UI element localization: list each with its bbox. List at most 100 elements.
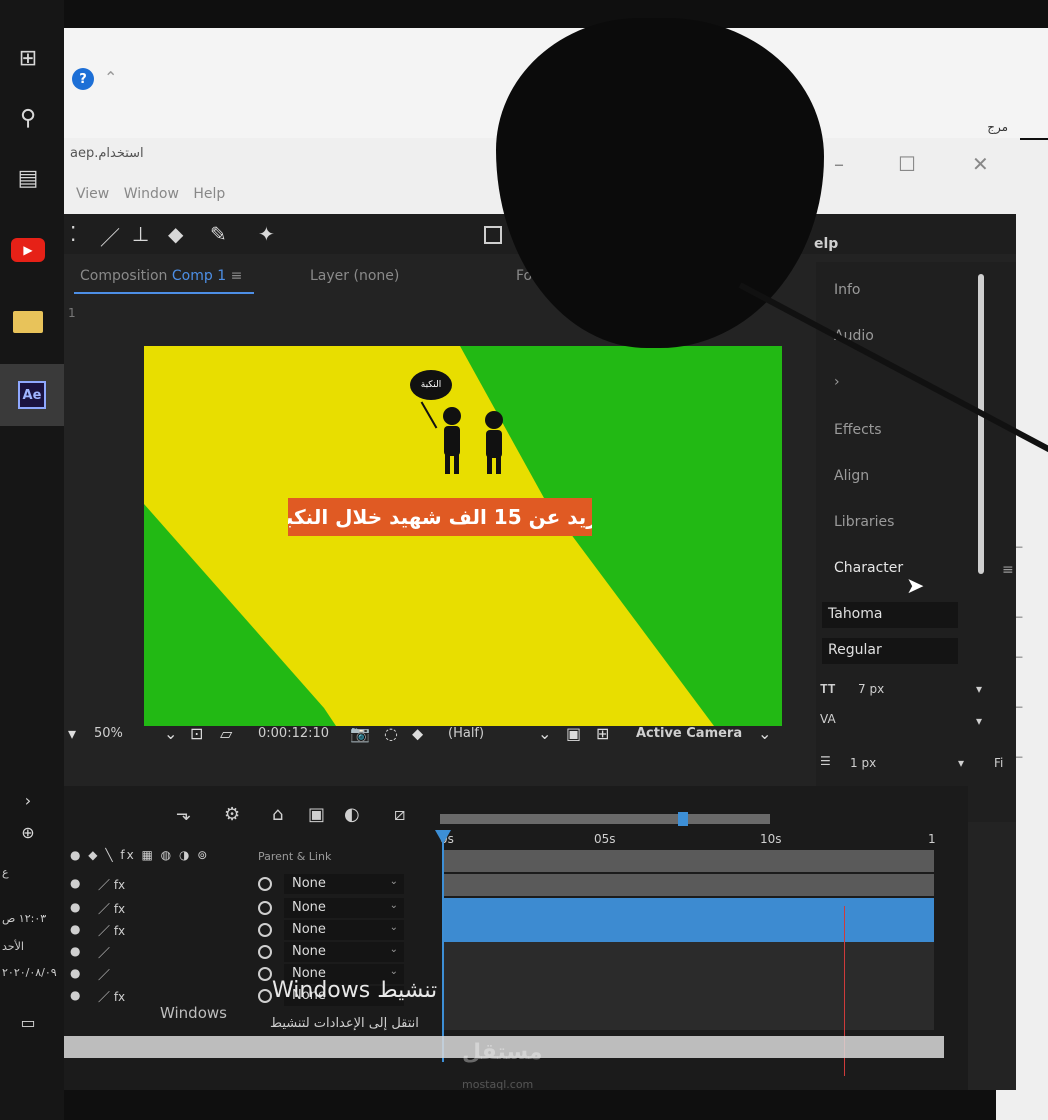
snapping-checkbox[interactable] bbox=[484, 226, 502, 244]
search-icon[interactable]: ⚲ bbox=[6, 96, 50, 140]
eye-icon[interactable]: ● bbox=[70, 922, 80, 936]
youtube-icon[interactable]: ▶ bbox=[6, 228, 50, 272]
selection-tool-icon[interactable]: ⁚ bbox=[70, 222, 76, 246]
switch-icon[interactable]: ／ bbox=[98, 966, 110, 983]
layer-row[interactable]: ● ／ fx None ⌄ bbox=[64, 874, 444, 896]
layer-bar[interactable] bbox=[444, 986, 934, 1008]
transparency-grid-icon[interactable]: ⊞ bbox=[596, 724, 609, 743]
network-icon[interactable]: ⊕ bbox=[6, 810, 50, 854]
pick-whip-icon[interactable] bbox=[258, 967, 272, 981]
help-icon[interactable]: ? bbox=[72, 68, 94, 90]
stroke-width-value[interactable]: 1 px bbox=[850, 756, 876, 770]
parent-link-header[interactable]: Parent & Link bbox=[258, 850, 331, 863]
pick-whip-icon[interactable] bbox=[258, 945, 272, 959]
safe-zones-icon[interactable]: ▱ bbox=[220, 724, 232, 743]
comp-breadcrumb[interactable]: 1 bbox=[68, 306, 76, 320]
panel-effects[interactable]: Effects bbox=[834, 422, 882, 438]
menu-view[interactable]: View bbox=[76, 186, 109, 202]
close-icon[interactable]: ✕ bbox=[972, 152, 989, 176]
layer-row[interactable]: ● ／ None ⌄ bbox=[64, 942, 444, 964]
font-size-value[interactable]: 7 px bbox=[858, 682, 884, 696]
font-style-select[interactable]: Regular bbox=[822, 638, 958, 664]
chevron-up-icon[interactable]: ⌃ bbox=[104, 68, 117, 87]
parent-select[interactable]: None ⌄ bbox=[284, 942, 404, 962]
snapshot-camera-icon[interactable]: 📷 bbox=[350, 724, 370, 743]
work-area-bar[interactable] bbox=[440, 812, 770, 826]
panel-collapse-icon[interactable]: › bbox=[834, 374, 840, 390]
camera-select[interactable]: Active Camera bbox=[636, 726, 742, 741]
parent-select[interactable]: None ⌄ bbox=[284, 920, 404, 940]
timecode[interactable]: 0:00:12:10 bbox=[258, 726, 329, 741]
clock-date[interactable]: ٢٠٢٠/٠٨/٠٩ bbox=[2, 966, 57, 979]
notification-icon[interactable]: ▭ bbox=[6, 1000, 50, 1044]
tab-layer[interactable]: Layer (none) bbox=[310, 268, 399, 284]
layer-bar[interactable] bbox=[444, 964, 934, 986]
help-menu[interactable]: elp bbox=[814, 236, 838, 252]
eye-icon[interactable]: ● bbox=[70, 876, 80, 890]
layer-bar[interactable] bbox=[444, 898, 934, 920]
puppet-pin-icon[interactable]: ✦ bbox=[258, 222, 275, 246]
after-effects-taskbar-icon[interactable]: Ae bbox=[0, 364, 64, 426]
show-snapshot-icon[interactable]: ◌ bbox=[384, 724, 398, 743]
comp-mini-flowchart-icon[interactable]: ⬎ bbox=[176, 804, 191, 825]
playhead-line[interactable] bbox=[442, 832, 444, 1062]
chevron-down-icon[interactable]: ⌄ bbox=[758, 724, 771, 743]
windows-start-icon[interactable]: ⊞ bbox=[6, 36, 50, 80]
pick-whip-icon[interactable] bbox=[258, 877, 272, 891]
layer-bar[interactable] bbox=[444, 874, 934, 896]
tab-composition[interactable]: Composition Comp 1 ≡ bbox=[80, 268, 242, 284]
chevron-down-icon[interactable]: ⌄ bbox=[164, 724, 177, 743]
fx-switch-icon[interactable]: ／ fx bbox=[98, 900, 125, 917]
eye-icon[interactable]: ● bbox=[70, 944, 80, 958]
layer-bar[interactable] bbox=[444, 920, 934, 942]
resolution-select[interactable]: (Half) bbox=[448, 726, 484, 741]
work-area-handle[interactable] bbox=[678, 812, 688, 826]
panel-character[interactable]: Character bbox=[834, 560, 903, 576]
layer-row[interactable]: ● ／ fx None ⌄ bbox=[64, 898, 444, 920]
frame-blending-icon[interactable]: ▣ bbox=[308, 804, 325, 825]
region-of-interest-icon[interactable]: ▣ bbox=[566, 724, 581, 743]
color-channels-icon[interactable]: ⬥ bbox=[412, 724, 423, 744]
zoom-select[interactable]: 50% bbox=[94, 726, 123, 741]
fx-switch-icon[interactable]: ／ fx bbox=[98, 876, 125, 893]
chevron-down-icon[interactable]: ▾ bbox=[958, 756, 964, 770]
panel-scrollbar[interactable] bbox=[978, 274, 984, 574]
pick-whip-icon[interactable] bbox=[258, 901, 272, 915]
brush-tool-icon[interactable]: ／ bbox=[100, 222, 120, 251]
fill-over-stroke-select[interactable]: Fi bbox=[994, 756, 1003, 770]
roto-brush-icon[interactable]: ✎ bbox=[210, 222, 227, 246]
eraser-tool-icon[interactable]: ◆ bbox=[168, 222, 183, 246]
clone-stamp-icon[interactable]: ⊥ bbox=[132, 222, 149, 246]
always-preview-icon[interactable]: ▾ bbox=[68, 724, 76, 743]
parent-select[interactable]: None ⌄ bbox=[284, 898, 404, 918]
panel-info[interactable]: Info bbox=[834, 282, 861, 298]
language-indicator[interactable]: ع bbox=[2, 866, 9, 879]
chevron-down-icon[interactable]: ⌄ bbox=[538, 724, 551, 743]
panel-menu-icon[interactable]: ≡ bbox=[1002, 562, 1014, 578]
chevron-down-icon[interactable]: ▾ bbox=[976, 682, 982, 696]
switch-icon[interactable]: ／ bbox=[98, 944, 110, 961]
draft-3d-icon[interactable]: ⚙ bbox=[224, 804, 240, 825]
fx-switch-icon[interactable]: ／ fx bbox=[98, 922, 125, 939]
pick-whip-icon[interactable] bbox=[258, 923, 272, 937]
layer-row[interactable]: ● ／ fx None ⌄ bbox=[64, 920, 444, 942]
menu-window[interactable]: Window bbox=[124, 186, 179, 202]
layer-bar[interactable] bbox=[444, 942, 934, 964]
panel-align[interactable]: Align bbox=[834, 468, 869, 484]
minimize-icon[interactable]: – bbox=[834, 152, 844, 176]
clock-day[interactable]: الأحد bbox=[2, 940, 24, 953]
pick-whip-icon[interactable] bbox=[258, 989, 272, 1003]
shy-layers-icon[interactable]: ⌂ bbox=[272, 804, 283, 825]
clock-time[interactable]: ١٢:٠٣ ص bbox=[2, 912, 46, 925]
fit-icon[interactable]: ⊡ bbox=[190, 724, 203, 743]
graph-editor-icon[interactable]: ⧄ bbox=[394, 804, 405, 825]
font-family-select[interactable]: Tahoma bbox=[822, 602, 958, 628]
fx-switch-icon[interactable]: ／ fx bbox=[98, 988, 125, 1005]
eye-icon[interactable]: ● bbox=[70, 966, 80, 980]
parent-select[interactable]: None ⌄ bbox=[284, 874, 404, 894]
file-explorer-icon[interactable] bbox=[6, 300, 50, 344]
chevron-down-icon[interactable]: ▾ bbox=[976, 714, 982, 728]
composition-viewer[interactable]: النكبة يزيد عن 15 الف شهيد خلال النكبة bbox=[144, 346, 782, 726]
panel-libraries[interactable]: Libraries bbox=[834, 514, 894, 530]
task-view-icon[interactable]: ▤ bbox=[6, 156, 50, 200]
